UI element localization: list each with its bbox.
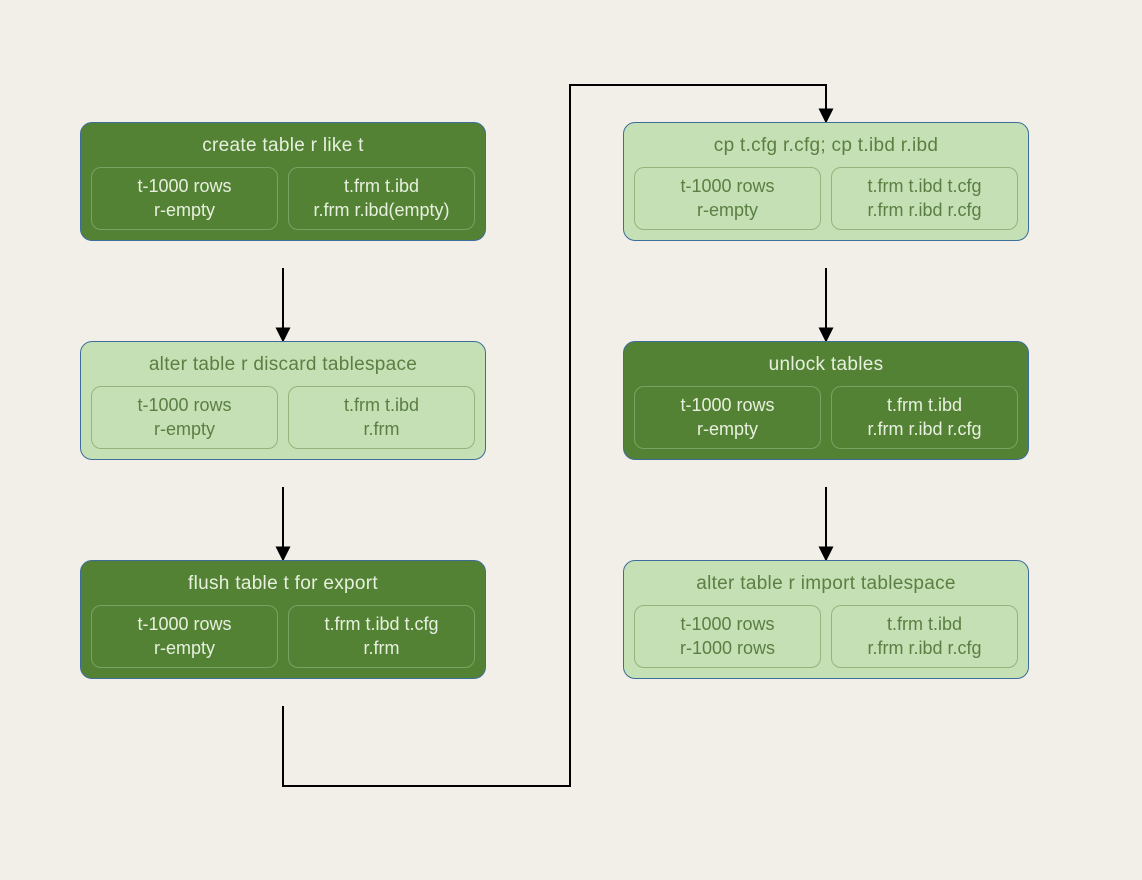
step-create-table: create table r like t t-1000 rows r-empt…: [80, 122, 486, 241]
step-discard-tablespace: alter table r discard tablespace t-1000 …: [80, 341, 486, 460]
state-rows: t-1000 rows r-empty: [91, 605, 278, 668]
step-title: create table r like t: [91, 135, 475, 157]
state-files: t.frm t.ibd r.frm r.ibd r.cfg: [831, 386, 1018, 449]
step-title: alter table r import tablespace: [634, 573, 1018, 595]
step-import-tablespace: alter table r import tablespace t-1000 r…: [623, 560, 1029, 679]
state-rows: t-1000 rows r-empty: [91, 386, 278, 449]
step-flush-export: flush table t for export t-1000 rows r-e…: [80, 560, 486, 679]
state-rows: t-1000 rows r-empty: [634, 167, 821, 230]
state-files: t.frm t.ibd t.cfg r.frm r.ibd r.cfg: [831, 167, 1018, 230]
state-files: t.frm t.ibd r.frm: [288, 386, 475, 449]
step-unlock-tables: unlock tables t-1000 rows r-empty t.frm …: [623, 341, 1029, 460]
step-title: alter table r discard tablespace: [91, 354, 475, 376]
step-title: cp t.cfg r.cfg; cp t.ibd r.ibd: [634, 135, 1018, 157]
state-files: t.frm t.ibd r.frm r.ibd r.cfg: [831, 605, 1018, 668]
state-rows: t-1000 rows r-empty: [91, 167, 278, 230]
step-title: flush table t for export: [91, 573, 475, 595]
state-rows: t-1000 rows r-empty: [634, 386, 821, 449]
step-cp-files: cp t.cfg r.cfg; cp t.ibd r.ibd t-1000 ro…: [623, 122, 1029, 241]
state-files: t.frm t.ibd r.frm r.ibd(empty): [288, 167, 475, 230]
state-files: t.frm t.ibd t.cfg r.frm: [288, 605, 475, 668]
state-rows: t-1000 rows r-1000 rows: [634, 605, 821, 668]
step-title: unlock tables: [634, 354, 1018, 376]
